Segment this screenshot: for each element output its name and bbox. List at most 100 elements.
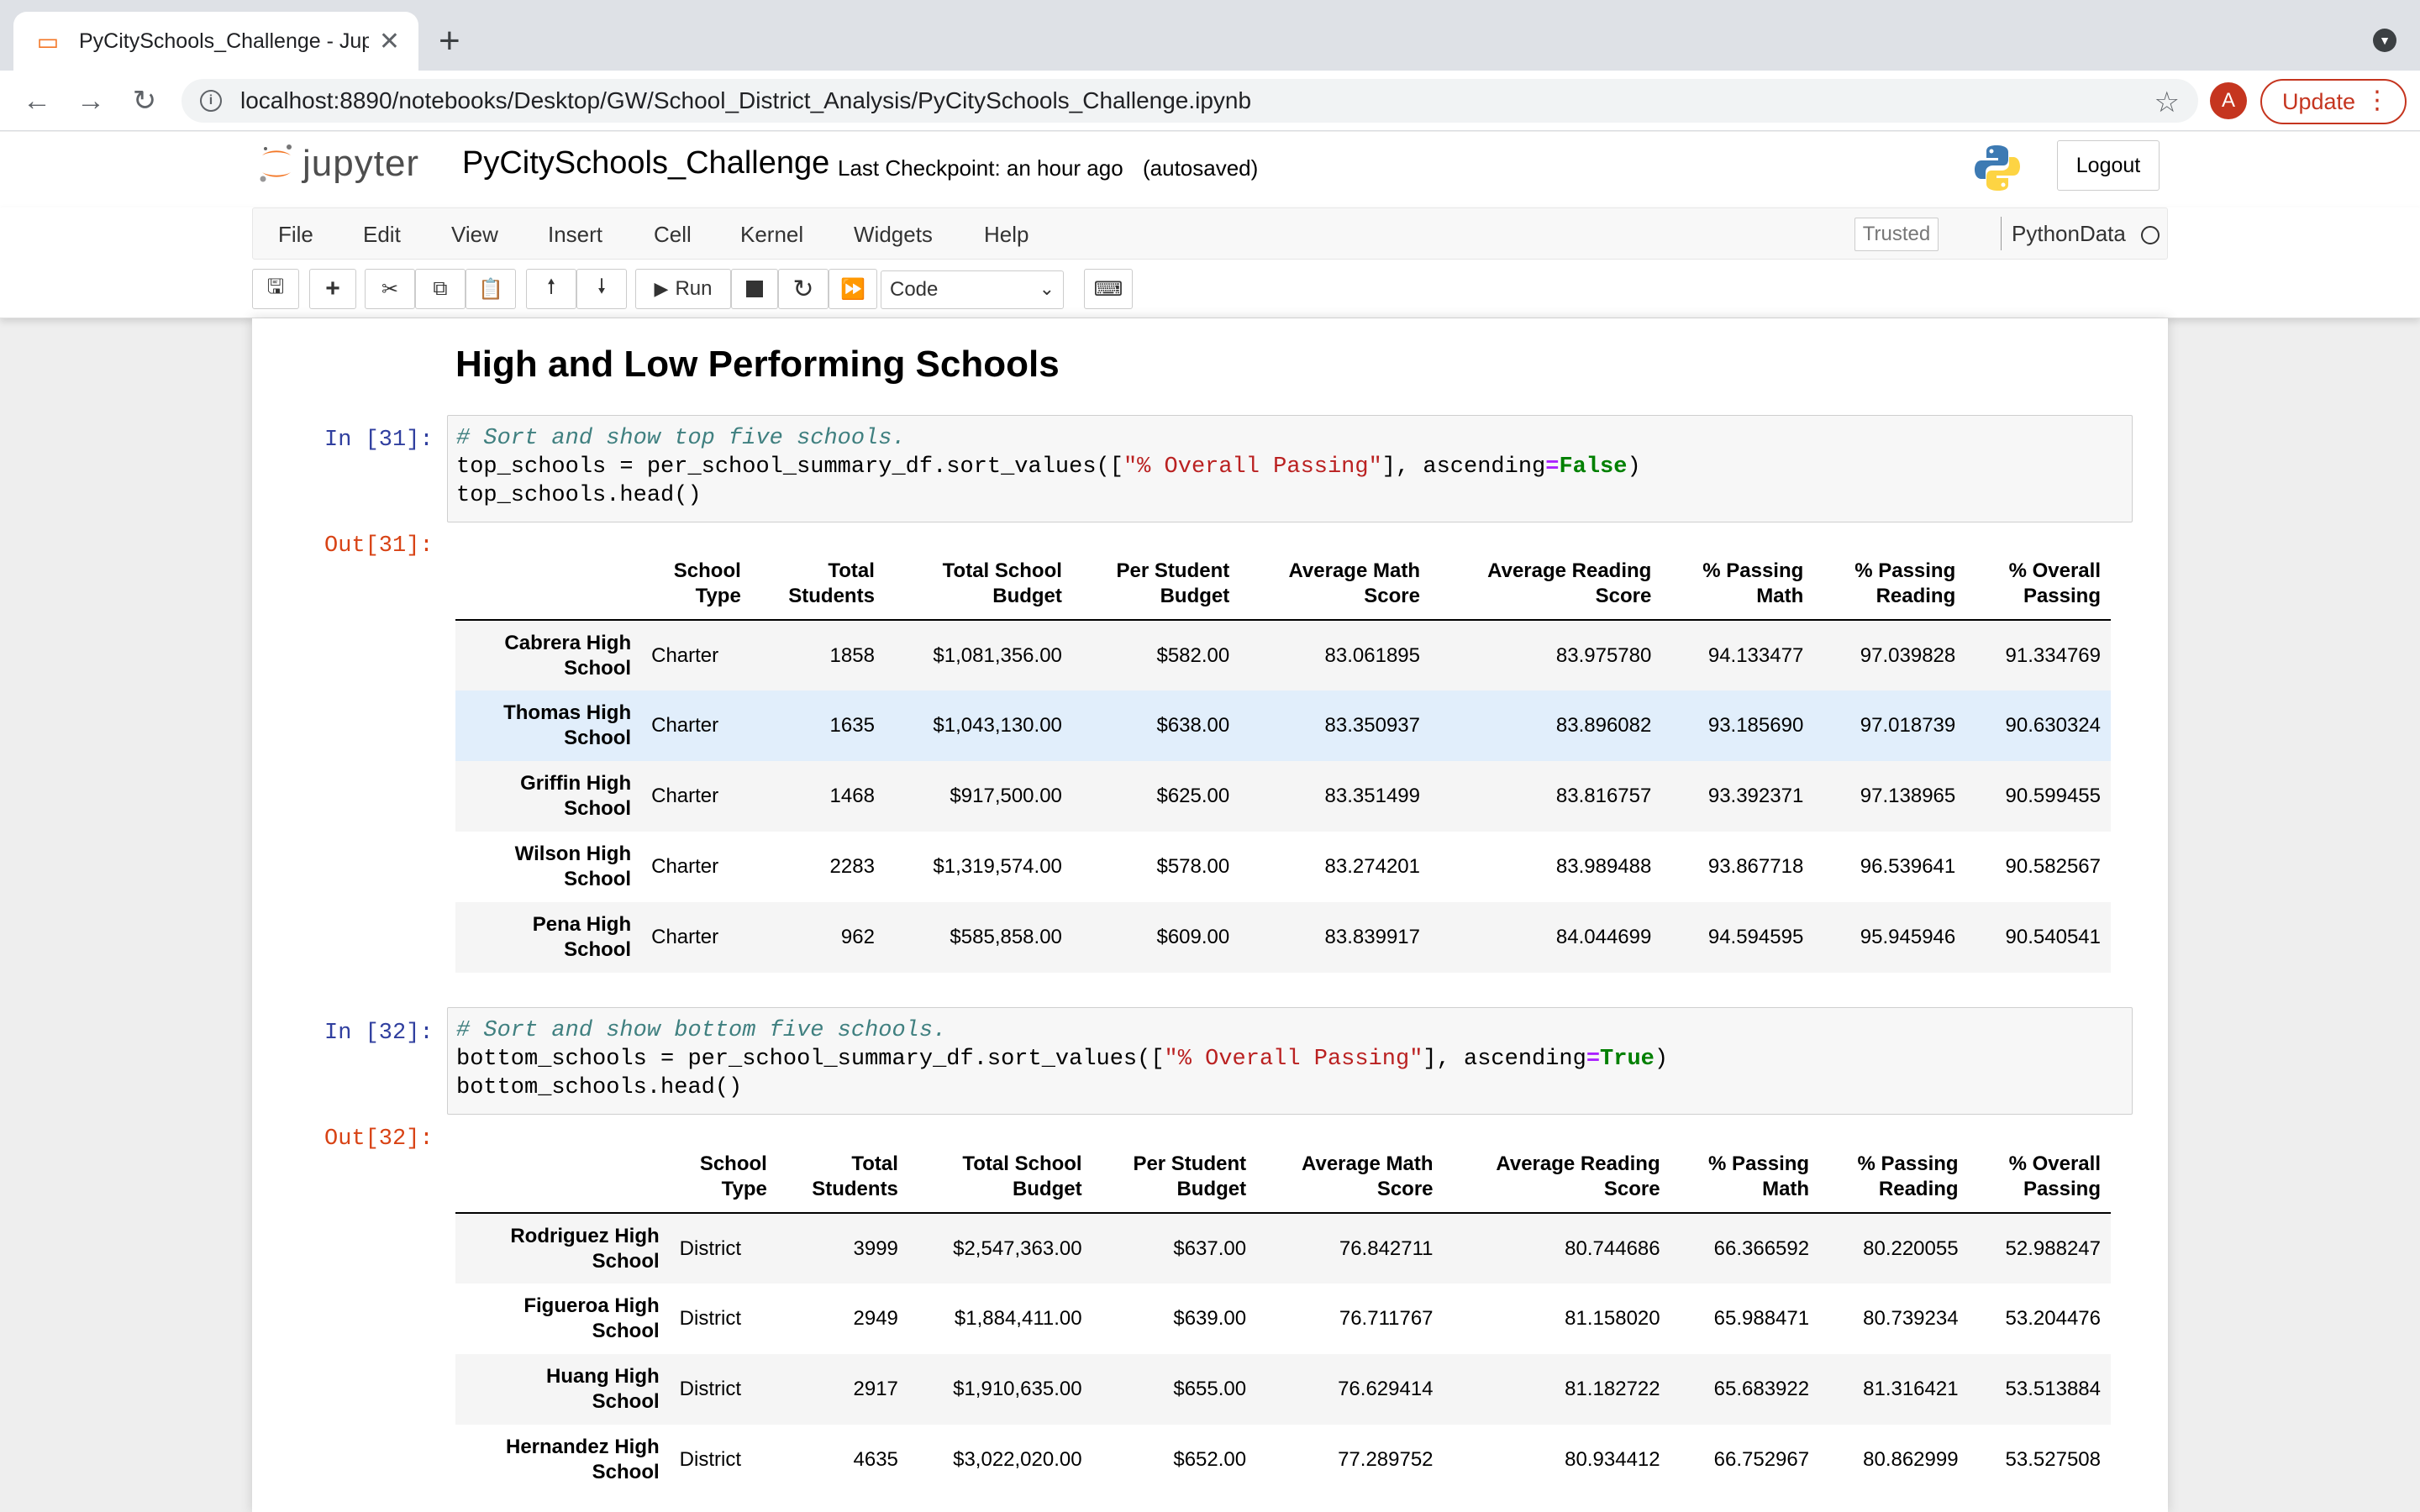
- info-icon[interactable]: i: [200, 90, 222, 112]
- table-cell: 90.540541: [2005, 926, 2101, 948]
- column-header-line: % Passing: [1702, 559, 1804, 582]
- jupyter-logo[interactable]: jupyter: [257, 142, 419, 186]
- new-tab-button[interactable]: +: [439, 20, 460, 62]
- code-comment: # Sort and show top five schools.: [456, 426, 906, 451]
- code-text: ], ascending: [1381, 454, 1546, 480]
- table-cell: 83.816757: [1555, 785, 1652, 807]
- autosave-status: (autosaved): [1143, 155, 1259, 181]
- code-cell-input[interactable]: # Sort and show top five schools. top_sc…: [447, 415, 2133, 522]
- paste-button[interactable]: 📋: [466, 269, 516, 309]
- run-button[interactable]: ▶ Run: [635, 269, 731, 309]
- logout-button[interactable]: Logout: [2057, 140, 2160, 191]
- table-cell: $637.00: [1173, 1236, 1247, 1260]
- browser-tab[interactable]: ▭ PyCitySchools_Challenge - Jup ✕: [13, 12, 418, 71]
- school-name-line: Figueroa High: [523, 1294, 660, 1317]
- school-name-line: School: [564, 938, 632, 961]
- code-cell-input[interactable]: # Sort and show bottom five schools. bot…: [447, 1007, 2133, 1115]
- restart-button[interactable]: ↻: [778, 269, 829, 309]
- update-button[interactable]: Update ⋮: [2260, 79, 2407, 124]
- reload-icon[interactable]: ↻: [124, 81, 165, 121]
- table-cell: 83.989488: [1555, 855, 1652, 878]
- column-header-line: Total School: [962, 1152, 1082, 1175]
- tab-title: PyCitySchools_Challenge - Jup: [79, 29, 369, 53]
- menu-view[interactable]: View: [451, 222, 498, 248]
- column-header-line: Per Student: [1116, 559, 1230, 582]
- markdown-heading: High and Low Performing Schools: [455, 344, 1060, 385]
- address-bar[interactable]: i localhost:8890/notebooks/Desktop/GW/Sc…: [182, 79, 2198, 123]
- menu-insert[interactable]: Insert: [548, 222, 602, 248]
- play-icon: ▶: [654, 278, 669, 299]
- column-header: Total School Budget: [908, 1152, 1092, 1214]
- table-cell: $652.00: [1173, 1448, 1247, 1471]
- table-cell: 94.594595: [1707, 926, 1804, 948]
- menu-help[interactable]: Help: [984, 222, 1028, 248]
- cell-type-select[interactable]: Code ⌄: [881, 270, 1064, 309]
- column-header: Average Math Score: [1256, 1152, 1444, 1214]
- column-header: Per Student Budget: [1071, 559, 1240, 621]
- bookmark-star-icon[interactable]: ☆: [2154, 86, 2180, 119]
- school-name-line: School: [592, 1461, 660, 1483]
- school-name-line: Wilson High: [514, 843, 632, 865]
- column-header-line: Score: [1603, 1178, 1660, 1200]
- restart-run-all-button[interactable]: ⏩: [829, 269, 877, 309]
- row-index-school-name: Thomas High School: [455, 690, 641, 761]
- row-index-school-name: Hernandez High School: [455, 1425, 670, 1495]
- forward-icon[interactable]: →: [71, 81, 111, 121]
- kernel-name[interactable]: PythonData: [2001, 217, 2126, 250]
- table-cell: 93.867718: [1707, 855, 1804, 878]
- top-schools-table: School Type Total Students Total School Budge…: [455, 559, 2111, 973]
- close-icon[interactable]: ✕: [379, 27, 400, 56]
- school-name-line: School: [564, 656, 632, 680]
- paste-icon: 📋: [478, 277, 503, 301]
- menu-file[interactable]: File: [278, 222, 313, 248]
- table-cell: 1468: [829, 785, 875, 807]
- column-header-line: Students: [812, 1178, 898, 1200]
- school-name-line: Rodriguez High: [510, 1224, 660, 1247]
- menu-widgets[interactable]: Widgets: [854, 222, 933, 248]
- save-button[interactable]: 🖫: [252, 269, 299, 309]
- trusted-badge[interactable]: Trusted: [1854, 218, 1939, 251]
- column-header-line: Reading: [1876, 585, 1956, 607]
- move-down-button[interactable]: 🠗: [576, 269, 627, 309]
- table-cell: 80.739234: [1863, 1307, 1959, 1330]
- table-cell: District: [679, 1378, 741, 1400]
- row-index-school-name: Cabrera High School: [455, 620, 641, 690]
- column-header-line: Students: [788, 585, 875, 607]
- copy-button[interactable]: ⧉: [415, 269, 466, 309]
- column-header-line: Budget: [992, 585, 1062, 607]
- code-comment: # Sort and show bottom five schools.: [456, 1018, 947, 1043]
- column-header-line: Math: [1762, 1178, 1810, 1200]
- table-cell: Charter: [651, 785, 719, 807]
- row-index-school-name: Griffin High School: [455, 761, 641, 832]
- table-cell: 52.988247: [2005, 1236, 2101, 1260]
- column-header-line: % Overall: [2008, 1152, 2101, 1175]
- interrupt-button[interactable]: [731, 269, 778, 309]
- column-header-line: Passing: [2023, 585, 2101, 607]
- column-header-line: School: [699, 1152, 767, 1175]
- table-row: Griffin High School Charter 1468 $917,500.00…: [455, 761, 2111, 832]
- table-cell: 2917: [853, 1378, 898, 1400]
- move-up-button[interactable]: 🠕: [526, 269, 576, 309]
- menu-cell[interactable]: Cell: [654, 222, 692, 248]
- back-icon[interactable]: ←: [17, 81, 57, 121]
- cut-button[interactable]: ✂: [365, 269, 415, 309]
- insert-cell-button[interactable]: +: [309, 269, 356, 309]
- column-header: % Passing Reading: [1819, 1152, 1969, 1214]
- command-palette-button[interactable]: ⌨: [1084, 269, 1133, 309]
- table-cell: $1,319,574.00: [933, 855, 1062, 878]
- menubar: File Edit View Insert Cell Kernel Widget…: [252, 207, 2168, 260]
- menu-edit[interactable]: Edit: [363, 222, 401, 248]
- column-header: Total Students: [776, 1152, 908, 1214]
- notebook-name[interactable]: PyCitySchools_Challenge: [462, 145, 829, 181]
- table-cell: 66.752967: [1713, 1448, 1810, 1471]
- menu-kernel[interactable]: Kernel: [740, 222, 803, 248]
- code-keyword: True: [1600, 1047, 1655, 1072]
- table-cell: $1,081,356.00: [933, 643, 1062, 667]
- tab-search-icon[interactable]: ▼: [2373, 29, 2396, 52]
- table-cell: 80.744686: [1565, 1236, 1660, 1260]
- table-cell: 80.862999: [1863, 1448, 1959, 1471]
- avatar[interactable]: A: [2210, 82, 2247, 119]
- school-name-line: School: [564, 797, 632, 820]
- column-header-line: Score: [1376, 1178, 1434, 1200]
- table-cell: 90.599455: [2005, 785, 2101, 807]
